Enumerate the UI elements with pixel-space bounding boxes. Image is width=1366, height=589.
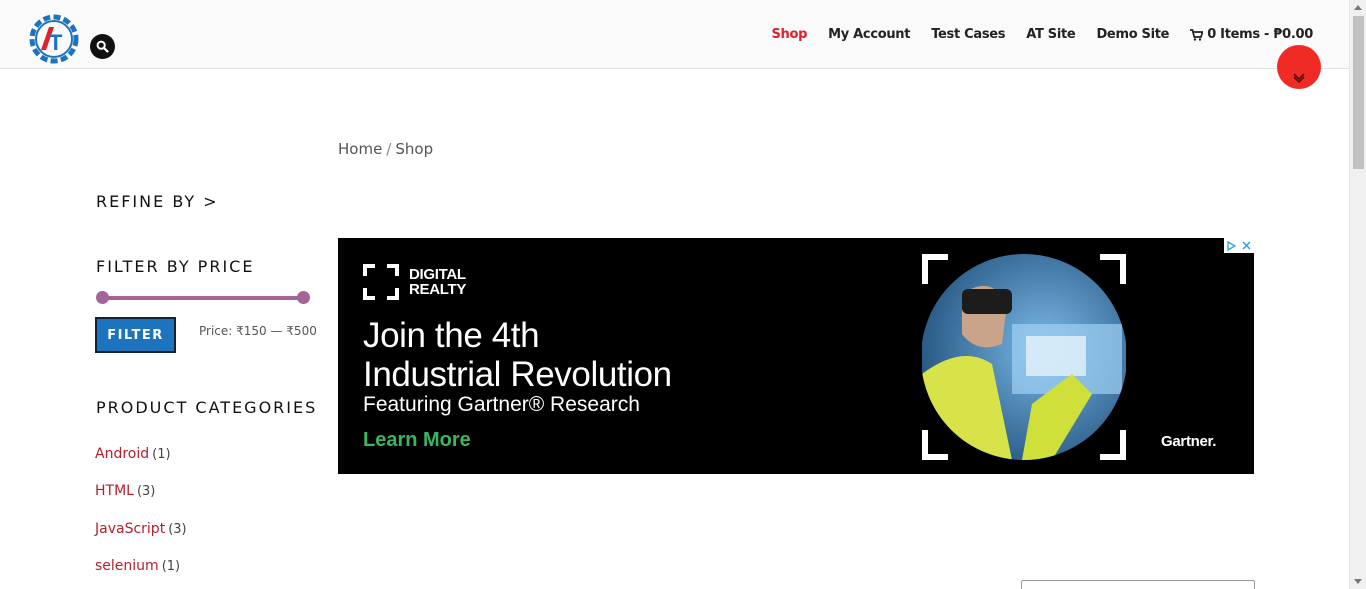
ad-brand-line1: DIGITAL	[409, 266, 466, 283]
ad-learn-more-link[interactable]: Learn More	[363, 429, 471, 452]
main-nav: Shop My Account Test Cases AT Site Demo …	[771, 27, 1313, 42]
nav-shop[interactable]: Shop	[771, 27, 807, 42]
digital-realty-logo-icon	[363, 264, 399, 300]
nav-cart[interactable]: 0 Items - ₱0.00	[1190, 27, 1313, 42]
breadcrumb-current: Shop	[395, 140, 434, 158]
ad-headline-line1: Join the 4th	[363, 316, 540, 355]
ad-brand-line2: REALTY	[409, 281, 467, 298]
price-slider-track	[102, 296, 304, 300]
ad-info-icon[interactable]	[1224, 238, 1239, 253]
price-slider-max-handle[interactable]	[297, 291, 310, 304]
category-list: Android (1) HTML (3) JavaScript (3) seleniu…	[95, 444, 187, 589]
category-count: (1)	[161, 558, 181, 574]
ad-banner[interactable]: DIGITAL REALTY Join the 4th Industrial R…	[338, 238, 1254, 474]
nav-test-cases[interactable]: Test Cases	[931, 27, 1005, 42]
filter-button[interactable]: FILTER	[95, 317, 176, 353]
ad-subline: Featuring Gartner® Research	[363, 393, 640, 416]
nav-my-account[interactable]: My Account	[828, 27, 910, 42]
scroll-thumb[interactable]	[1353, 16, 1364, 169]
category-link-selenium[interactable]: selenium	[95, 558, 159, 574]
breadcrumb-separator: /	[386, 140, 392, 158]
category-count: (3)	[136, 484, 156, 500]
ad-choices-badge[interactable]	[1224, 238, 1254, 253]
page-scrollbar[interactable]	[1349, 0, 1366, 589]
list-item: Android (1)	[95, 444, 187, 481]
search-button[interactable]	[90, 34, 115, 59]
ad-brand: DIGITAL REALTY	[363, 264, 466, 300]
category-count: (3)	[168, 521, 187, 537]
ad-partner-logo: Gartner.	[1161, 433, 1217, 450]
breadcrumb: Home / Shop	[338, 140, 433, 158]
ad-photo-vr-worker	[922, 254, 1126, 460]
list-item: JavaScript (3)	[95, 519, 187, 556]
nav-demo-site[interactable]: Demo Site	[1096, 27, 1169, 42]
cart-summary: 0 Items - ₱0.00	[1207, 27, 1313, 42]
list-item: selenium (1)	[95, 556, 187, 589]
chevron-down-icon	[1293, 73, 1305, 83]
category-count: (1)	[152, 447, 171, 462]
nav-at-site[interactable]: AT Site	[1026, 27, 1076, 42]
refine-heading[interactable]: REFINE BY >	[96, 192, 219, 211]
category-link-javascript[interactable]: JavaScript	[95, 521, 165, 537]
category-link-android[interactable]: Android	[95, 446, 149, 462]
breadcrumb-home[interactable]: Home	[338, 140, 382, 158]
filter-price-heading: FILTER BY PRICE	[96, 257, 255, 276]
price-range-label: Price: ₹150 — ₹500	[199, 324, 317, 338]
site-header: T Shop My Account Test Cases AT Site Dem…	[0, 0, 1349, 69]
ad-close-icon[interactable]	[1239, 238, 1254, 253]
price-slider[interactable]	[96, 291, 310, 305]
ad-headline-line2: Industrial Revolution	[363, 355, 672, 394]
scroll-down-arrow[interactable]	[1354, 579, 1362, 584]
sort-select[interactable]	[1021, 580, 1255, 589]
ad-headline: Join the 4th Industrial Revolution	[363, 316, 672, 394]
price-slider-min-handle[interactable]	[96, 291, 109, 304]
list-item: HTML (3)	[95, 481, 187, 518]
logo-letter-t: T	[49, 30, 63, 55]
cart-icon	[1190, 28, 1204, 41]
category-link-html[interactable]: HTML	[95, 483, 134, 499]
search-icon	[96, 40, 109, 53]
product-categories-heading: PRODUCT CATEGORIES	[96, 398, 318, 417]
scroll-up-arrow[interactable]	[1354, 5, 1362, 10]
site-logo[interactable]: T	[28, 13, 80, 65]
scroll-toggle-button[interactable]	[1277, 45, 1321, 89]
